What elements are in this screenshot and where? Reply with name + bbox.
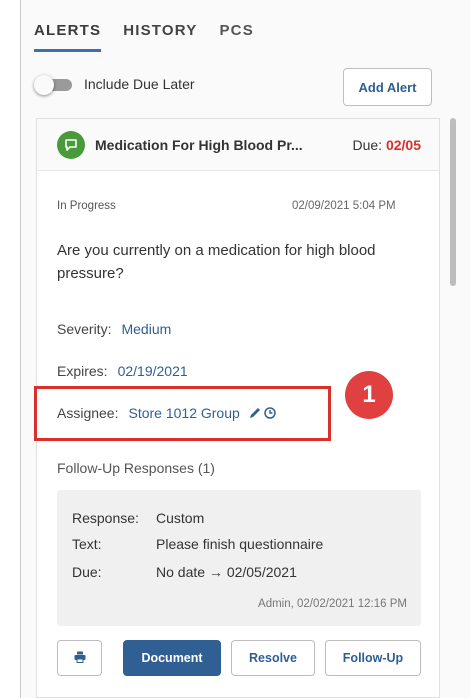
severity-value: Medium bbox=[121, 321, 172, 337]
text-label: Text: bbox=[72, 536, 102, 552]
alert-card-header[interactable]: Medication For High Blood Pr... Due: 02/… bbox=[37, 119, 439, 171]
response-value: Custom bbox=[156, 510, 205, 526]
callout-badge: 1 bbox=[345, 371, 393, 419]
alert-status: In Progress bbox=[57, 200, 116, 212]
response-label: Response: bbox=[72, 510, 139, 526]
followup-response: Response: Custom Text: Please finish quest… bbox=[57, 490, 421, 626]
document-button[interactable]: Document bbox=[123, 640, 221, 676]
severity-label: Severity: bbox=[57, 321, 112, 337]
followup-due-value: No date → 02/05/2021 bbox=[156, 564, 297, 580]
alert-question: Are you currently on a medication for hi… bbox=[57, 242, 376, 282]
printer-icon bbox=[73, 650, 87, 667]
include-due-later-label: Include Due Later bbox=[84, 76, 195, 92]
severity-field: Severity: Medium bbox=[57, 321, 171, 337]
followup-due-label: Due: bbox=[72, 564, 102, 580]
tab-bar: ALERTS HISTORY PCS bbox=[34, 18, 276, 54]
tab-alerts[interactable]: ALERTS bbox=[34, 18, 102, 52]
include-due-later-toggle[interactable] bbox=[34, 74, 74, 95]
include-due-later-row: Include Due Later bbox=[34, 74, 195, 95]
follow-up-button[interactable]: Follow-Up bbox=[325, 640, 421, 676]
followup-heading: Follow-Up Responses (1) bbox=[57, 460, 215, 476]
expires-label: Expires: bbox=[57, 363, 108, 379]
alert-title: Medication For High Blood Pr... bbox=[95, 137, 303, 153]
print-button[interactable] bbox=[57, 640, 102, 676]
assignee-highlight-box bbox=[34, 386, 331, 441]
due-label: Due: bbox=[352, 137, 383, 153]
followup-meta: Admin, 02/02/2021 12:16 PM bbox=[258, 598, 407, 610]
alert-due: Due: 02/05 bbox=[352, 137, 421, 153]
followup-due-row: Due: No date → 02/05/2021 bbox=[72, 564, 297, 580]
tab-pcs[interactable]: PCS bbox=[219, 18, 253, 52]
scrollbar-thumb[interactable] bbox=[450, 118, 456, 286]
tab-history[interactable]: HISTORY bbox=[123, 18, 197, 52]
toggle-knob bbox=[34, 75, 54, 95]
chat-bubble-icon bbox=[57, 131, 85, 159]
due-date: 02/05 bbox=[385, 137, 421, 153]
alert-timestamp: 02/09/2021 5:04 PM bbox=[292, 200, 396, 212]
followup-text-row: Text: Please finish questionnaire bbox=[72, 536, 323, 552]
expires-value: 02/19/2021 bbox=[117, 363, 188, 379]
add-alert-button[interactable]: Add Alert bbox=[343, 68, 432, 106]
expires-field: Expires: 02/19/2021 bbox=[57, 363, 188, 379]
resolve-button[interactable]: Resolve bbox=[231, 640, 315, 676]
text-value: Please finish questionnaire bbox=[156, 536, 324, 552]
followup-response-row: Response: Custom bbox=[72, 510, 204, 526]
